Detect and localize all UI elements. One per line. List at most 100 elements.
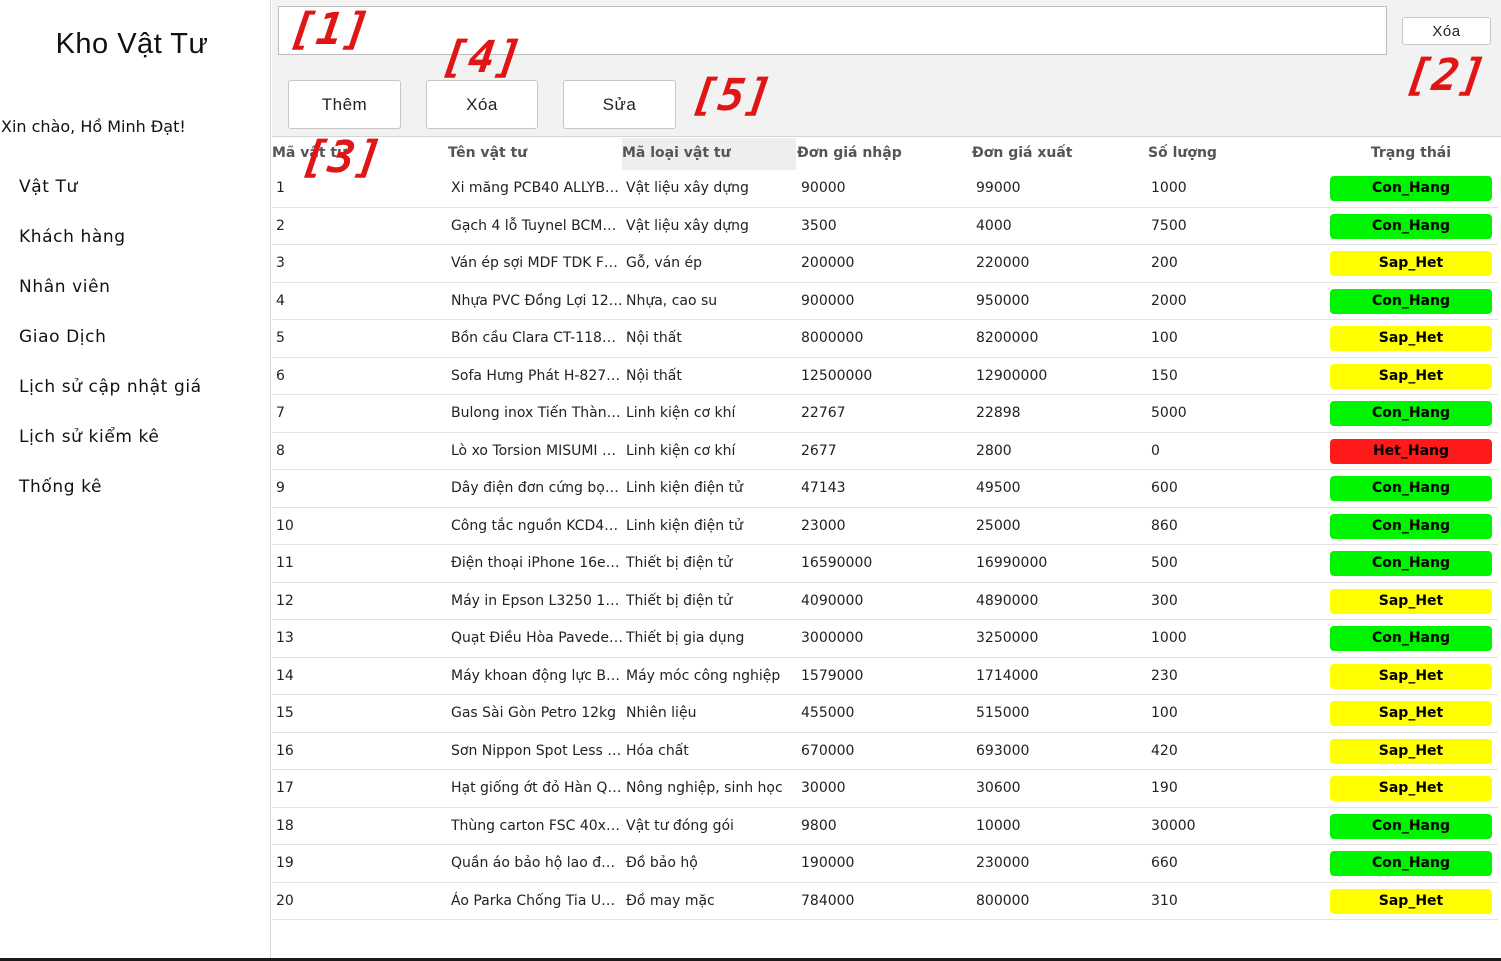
search-input[interactable] <box>278 6 1387 55</box>
table-row[interactable]: 16 Sơn Nippon Spot Less 5 ... Hóa chất 6700… <box>272 733 1498 770</box>
table-row[interactable]: 3 Ván ép sợi MDF TDK FU... Gỗ, ván ép 20000… <box>272 245 1498 283</box>
cell-price-in: 16590000 <box>801 555 873 571</box>
cell-id: 12 <box>276 592 294 609</box>
cell-name: Quần áo bảo hộ lao độn... <box>451 855 623 871</box>
cell-category: Nội thất <box>626 367 682 384</box>
table-row[interactable]: 18 Thùng carton FSC 40x30... Vật tư đóng g… <box>272 808 1498 845</box>
cell-price-in: 3000000 <box>801 630 864 646</box>
cell-quantity: 100 <box>1151 705 1178 721</box>
table-row[interactable]: 2 Gạch 4 lỗ Tuynel BCMC 1... Vật liệu xây … <box>272 208 1498 245</box>
cell-name: Gạch 4 lỗ Tuynel BCMC 1... <box>451 217 623 234</box>
table-row[interactable]: 9 Dây điện đơn cứng bọc ... Linh kiện điện… <box>272 470 1498 508</box>
cell-category: Vật liệu xây dựng <box>626 180 749 196</box>
cell-name: Bồn cầu Clara CT-118SS ... <box>451 330 623 346</box>
table-row[interactable]: 8 Lò xo Torsion MISUMI 1 ... Linh kiện cơ … <box>272 433 1498 470</box>
clear-search-button[interactable]: Xóa <box>1402 17 1491 45</box>
status-badge: Con_Hang <box>1330 513 1492 539</box>
column-header-category[interactable]: Mã loại vật tư <box>622 138 796 170</box>
table-row[interactable]: 11 Điện thoại iPhone 16e 12... Thiết bị đi… <box>272 545 1498 583</box>
status-badge: Sap_Het <box>1330 251 1492 276</box>
cell-price-out: 693000 <box>976 742 1030 759</box>
cell-category: Gỗ, ván ép <box>626 255 703 271</box>
nav-item-vat-tu[interactable]: Vật Tư <box>19 177 78 197</box>
cell-price-in: 8000000 <box>801 330 864 346</box>
cell-id: 15 <box>276 705 294 721</box>
cell-name: Sơn Nippon Spot Less 5 ... <box>451 742 623 759</box>
cell-name: Ván ép sợi MDF TDK FU... <box>451 255 623 271</box>
table-row[interactable]: 14 Máy khoan động lực Bos... Máy móc công … <box>272 658 1498 695</box>
edit-button[interactable]: Sửa <box>563 80 676 129</box>
table-row[interactable]: 10 Công tắc nguồn KCD4-2... Linh kiện điện… <box>272 508 1498 545</box>
table-row[interactable]: 20 Áo Parka Chống Tia UV ... Đồ may mặc 784… <box>272 883 1498 920</box>
cell-price-out: 3250000 <box>976 630 1039 646</box>
nav-item-nhan-vien[interactable]: Nhân viên <box>19 277 111 297</box>
table-row[interactable]: 12 Máy in Epson L3250 1 ch... Thiết bị điệ… <box>272 583 1498 620</box>
cell-quantity: 230 <box>1151 667 1178 684</box>
nav-item-lich-su-cap-nhat-gia[interactable]: Lịch sử cập nhật giá <box>19 377 202 397</box>
status-badge: Sap_Het <box>1330 588 1492 614</box>
column-header-name[interactable]: Tên vật tư <box>448 138 618 170</box>
cell-price-out: 30600 <box>976 780 1021 796</box>
cell-quantity: 1000 <box>1151 630 1187 646</box>
cell-price-out: 25000 <box>976 517 1021 534</box>
status-badge: Sap_Het <box>1330 363 1492 389</box>
cell-category: Vật tư đóng gói <box>626 817 734 834</box>
cell-price-in: 1579000 <box>801 667 864 684</box>
cell-price-in: 47143 <box>801 480 846 496</box>
column-header-status[interactable]: Trạng thái <box>1330 138 1492 170</box>
cell-price-in: 455000 <box>801 705 855 721</box>
table-row[interactable]: 13 Quạt Điều Hòa Paveden ... Thiết bị gia … <box>272 620 1498 658</box>
status-badge: Het_Hang <box>1330 438 1492 464</box>
table-row[interactable]: 4 Nhựa PVC Đồng Lợi 122... Nhựa, cao su 900… <box>272 283 1498 320</box>
annotation-2: [2] <box>1402 50 1490 101</box>
table-row[interactable]: 17 Hạt giống ớt đỏ Hàn Qu... Nông nghiệp, … <box>272 770 1498 808</box>
cell-price-out: 220000 <box>976 255 1030 271</box>
cell-quantity: 0 <box>1151 442 1160 459</box>
nav-item-giao-dich[interactable]: Giao Dịch <box>19 327 106 347</box>
main-content: Xóa Thêm Xóa Sửa [1] [2] [4] [5] Mã vật … <box>272 0 1501 961</box>
delete-button[interactable]: Xóa <box>426 80 538 129</box>
nav-item-thong-ke[interactable]: Thống kê <box>19 477 102 497</box>
cell-price-out: 99000 <box>976 180 1021 196</box>
user-greeting: Xin chào, Hồ Minh Đạt! <box>1 117 186 136</box>
cell-price-out: 49500 <box>976 480 1021 496</box>
status-badge: Sap_Het <box>1330 888 1492 914</box>
cell-price-out: 4000 <box>976 217 1012 234</box>
add-button[interactable]: Thêm <box>288 80 401 129</box>
cell-quantity: 1000 <box>1151 180 1187 196</box>
status-badge: Sap_Het <box>1330 701 1492 726</box>
table-body: 1 Xi măng PCB40 ALLYBUI... Vật liệu xây dự… <box>272 170 1498 920</box>
nav-item-lich-su-kiem-ke[interactable]: Lịch sử kiểm kê <box>19 427 159 447</box>
cell-category: Nông nghiệp, sinh học <box>626 780 783 796</box>
cell-price-in: 12500000 <box>801 367 873 384</box>
cell-name: Quạt Điều Hòa Paveden ... <box>451 630 623 646</box>
column-header-price-out[interactable]: Đơn giá xuất <box>972 138 1142 170</box>
cell-price-out: 10000 <box>976 817 1021 834</box>
nav-item-khach-hang[interactable]: Khách hàng <box>19 227 126 247</box>
cell-id: 17 <box>276 780 294 796</box>
status-badge: Con_Hang <box>1330 288 1492 314</box>
cell-quantity: 100 <box>1151 330 1178 346</box>
cell-price-in: 9800 <box>801 817 837 834</box>
table-row[interactable]: 19 Quần áo bảo hộ lao độn... Đồ bảo hộ 1900… <box>272 845 1498 883</box>
cell-price-out: 2800 <box>976 442 1012 459</box>
cell-name: Lò xo Torsion MISUMI 1 ... <box>451 442 623 459</box>
cell-id: 1 <box>276 180 285 196</box>
cell-id: 9 <box>276 480 285 496</box>
table-row[interactable]: 15 Gas Sài Gòn Petro 12kg Nhiên liệu 455000… <box>272 695 1498 733</box>
table-row[interactable]: 5 Bồn cầu Clara CT-118SS ... Nội thất 80000… <box>272 320 1498 358</box>
cell-price-in: 670000 <box>801 742 855 759</box>
cell-id: 14 <box>276 667 294 684</box>
column-header-quantity[interactable]: Số lượng <box>1148 138 1318 170</box>
cell-name: Sofa Hưng Phát H-8276... <box>451 367 623 384</box>
cell-name: Thùng carton FSC 40x30... <box>451 817 623 834</box>
table-row[interactable]: 1 Xi măng PCB40 ALLYBUI... Vật liệu xây dự… <box>272 170 1498 208</box>
table-row[interactable]: 6 Sofa Hưng Phát H-8276... Nội thất 1250000… <box>272 358 1498 395</box>
table-row[interactable]: 7 Bulong inox Tiến Thành ... Linh kiện cơ … <box>272 395 1498 433</box>
column-header-price-in[interactable]: Đơn giá nhập <box>797 138 967 170</box>
status-badge: Sap_Het <box>1330 738 1492 764</box>
cell-price-in: 30000 <box>801 780 846 796</box>
cell-category: Đồ may mặc <box>626 892 715 909</box>
column-header-id[interactable]: Mã vật tư <box>272 138 442 170</box>
cell-id: 13 <box>276 630 294 646</box>
